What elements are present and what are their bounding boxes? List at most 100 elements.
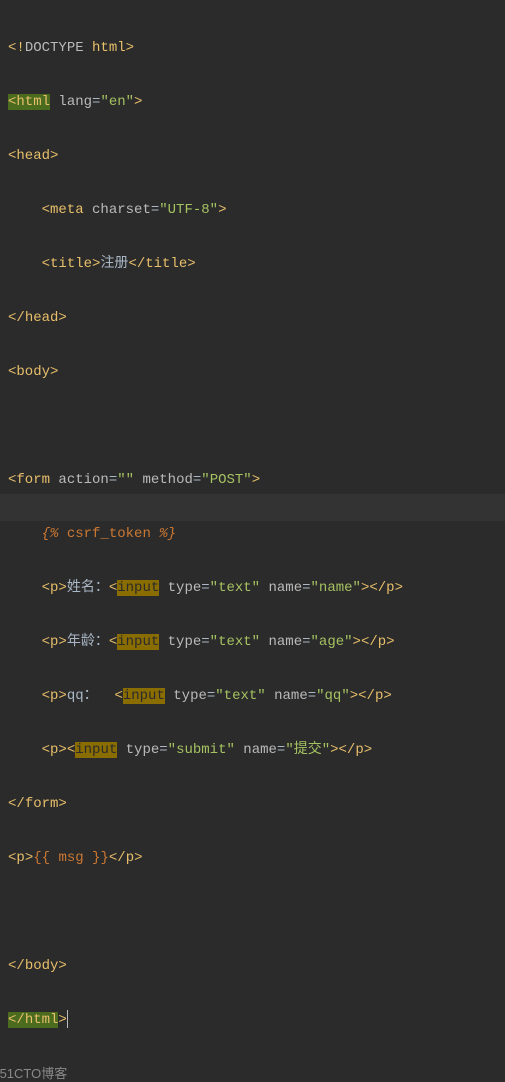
token-punct: < (42, 742, 50, 758)
code-line[interactable]: <head> (8, 143, 497, 170)
token-tag: title (50, 256, 92, 272)
token-punct: </ (128, 256, 145, 272)
token-attr: type (168, 580, 202, 596)
token-django-close: %} (151, 526, 176, 542)
token-punct: </ (361, 634, 378, 650)
token-punct: > (330, 742, 338, 758)
token-punct: > (395, 580, 403, 596)
code-line[interactable]: {% csrf_token %} (8, 521, 497, 548)
token-punct: > (386, 634, 394, 650)
token-space (84, 40, 92, 56)
token-punct: </ (109, 850, 126, 866)
code-line[interactable]: <form action="" method="POST"> (8, 467, 497, 494)
token-tag-selected: input (123, 688, 165, 704)
token-space (8, 580, 42, 596)
token-punct: > (58, 634, 66, 650)
token-punct: = (302, 634, 310, 650)
token-punct: > (58, 580, 66, 596)
token-punct: </ (8, 310, 25, 326)
token-punct: < (42, 580, 50, 596)
code-line[interactable]: <p><input type="submit" name="提交"></p> (8, 737, 497, 764)
token-punct: > (134, 94, 142, 110)
token-punct: > (58, 310, 66, 326)
token-tag: p (16, 850, 24, 866)
code-line[interactable]: <html lang="en"> (8, 89, 497, 116)
token-space (8, 202, 42, 218)
code-line[interactable] (8, 899, 497, 926)
token-punct: > (58, 688, 66, 704)
code-line[interactable]: </body> (8, 953, 497, 980)
watermark-text: ©51CTO博客 (0, 1063, 495, 1082)
token-attr: type (126, 742, 160, 758)
token-punct: = (207, 688, 215, 704)
code-line[interactable]: </form> (8, 791, 497, 818)
token-punct: </ (358, 688, 375, 704)
code-line[interactable] (8, 413, 497, 440)
token-doctype: DOCTYPE (25, 40, 84, 56)
code-line[interactable]: <title>注册</title> (8, 251, 497, 278)
token-tag: head (16, 148, 50, 164)
token-punct: = (151, 202, 159, 218)
token-string: "提交" (285, 742, 330, 758)
token-string: "UTF-8" (159, 202, 218, 218)
token-string: "POST" (201, 472, 251, 488)
token-string: "qq" (316, 688, 350, 704)
token-punct: < (42, 256, 50, 272)
token-space (8, 688, 42, 704)
token-punct: = (201, 580, 209, 596)
token-punct: </ (8, 796, 25, 812)
token-punct: < (67, 742, 75, 758)
code-line[interactable]: <meta charset="UTF-8"> (8, 197, 497, 224)
token-tag-selected: input (75, 742, 117, 758)
token-punct: > (58, 958, 66, 974)
token-tag: form (25, 796, 59, 812)
token-django-var: csrf_token (67, 526, 151, 542)
token-tag: html (25, 1012, 59, 1028)
code-line[interactable]: <p>{{ msg }}</p> (8, 845, 497, 872)
token-punct: > (50, 148, 58, 164)
token-string: "name" (311, 580, 361, 596)
token-tag: title (145, 256, 187, 272)
token-space (159, 634, 167, 650)
token-attr: type (168, 634, 202, 650)
token-punct: </ (8, 1012, 25, 1028)
token-django-open: {% (42, 526, 67, 542)
code-line[interactable]: <body> (8, 359, 497, 386)
token-space (8, 526, 42, 542)
code-line[interactable]: <p>姓名：<input type="text" name="name"></p… (8, 575, 497, 602)
token-space (8, 418, 16, 434)
token-tag: p (50, 688, 58, 704)
token-punct: = (277, 742, 285, 758)
code-line[interactable]: </head> (8, 305, 497, 332)
token-punct: > (50, 364, 58, 380)
code-editor[interactable]: <!DOCTYPE html> <html lang="en"> <head> … (0, 0, 505, 1069)
code-line[interactable]: <p>qq： <input type="text" name="qq"></p> (8, 683, 497, 710)
token-space (159, 580, 167, 596)
token-punct: > (350, 688, 358, 704)
code-line[interactable]: </html> (8, 1007, 497, 1034)
token-string: "" (117, 472, 134, 488)
token-punct: = (159, 742, 167, 758)
token-tag: body (25, 958, 59, 974)
token-tag: p (126, 850, 134, 866)
token-punct: < (42, 688, 50, 704)
token-mustache-close: }} (84, 850, 109, 866)
token-space (8, 256, 42, 272)
token-punct: > (353, 634, 361, 650)
code-line[interactable]: <!DOCTYPE html> (8, 35, 497, 62)
token-attr: name (243, 742, 277, 758)
token-tag: head (25, 310, 59, 326)
token-punct: < (109, 634, 117, 650)
token-punct: > (187, 256, 195, 272)
token-tag-selected: input (117, 634, 159, 650)
caret-icon (67, 1010, 68, 1028)
token-punct: > (218, 202, 226, 218)
token-string: "age" (311, 634, 353, 650)
token-tag: meta (50, 202, 84, 218)
token-space (260, 634, 268, 650)
token-attr: type (173, 688, 207, 704)
token-punct: </ (369, 580, 386, 596)
token-punct: </ (8, 958, 25, 974)
code-line[interactable]: <p>年龄：<input type="text" name="age"></p> (8, 629, 497, 656)
token-space (235, 742, 243, 758)
